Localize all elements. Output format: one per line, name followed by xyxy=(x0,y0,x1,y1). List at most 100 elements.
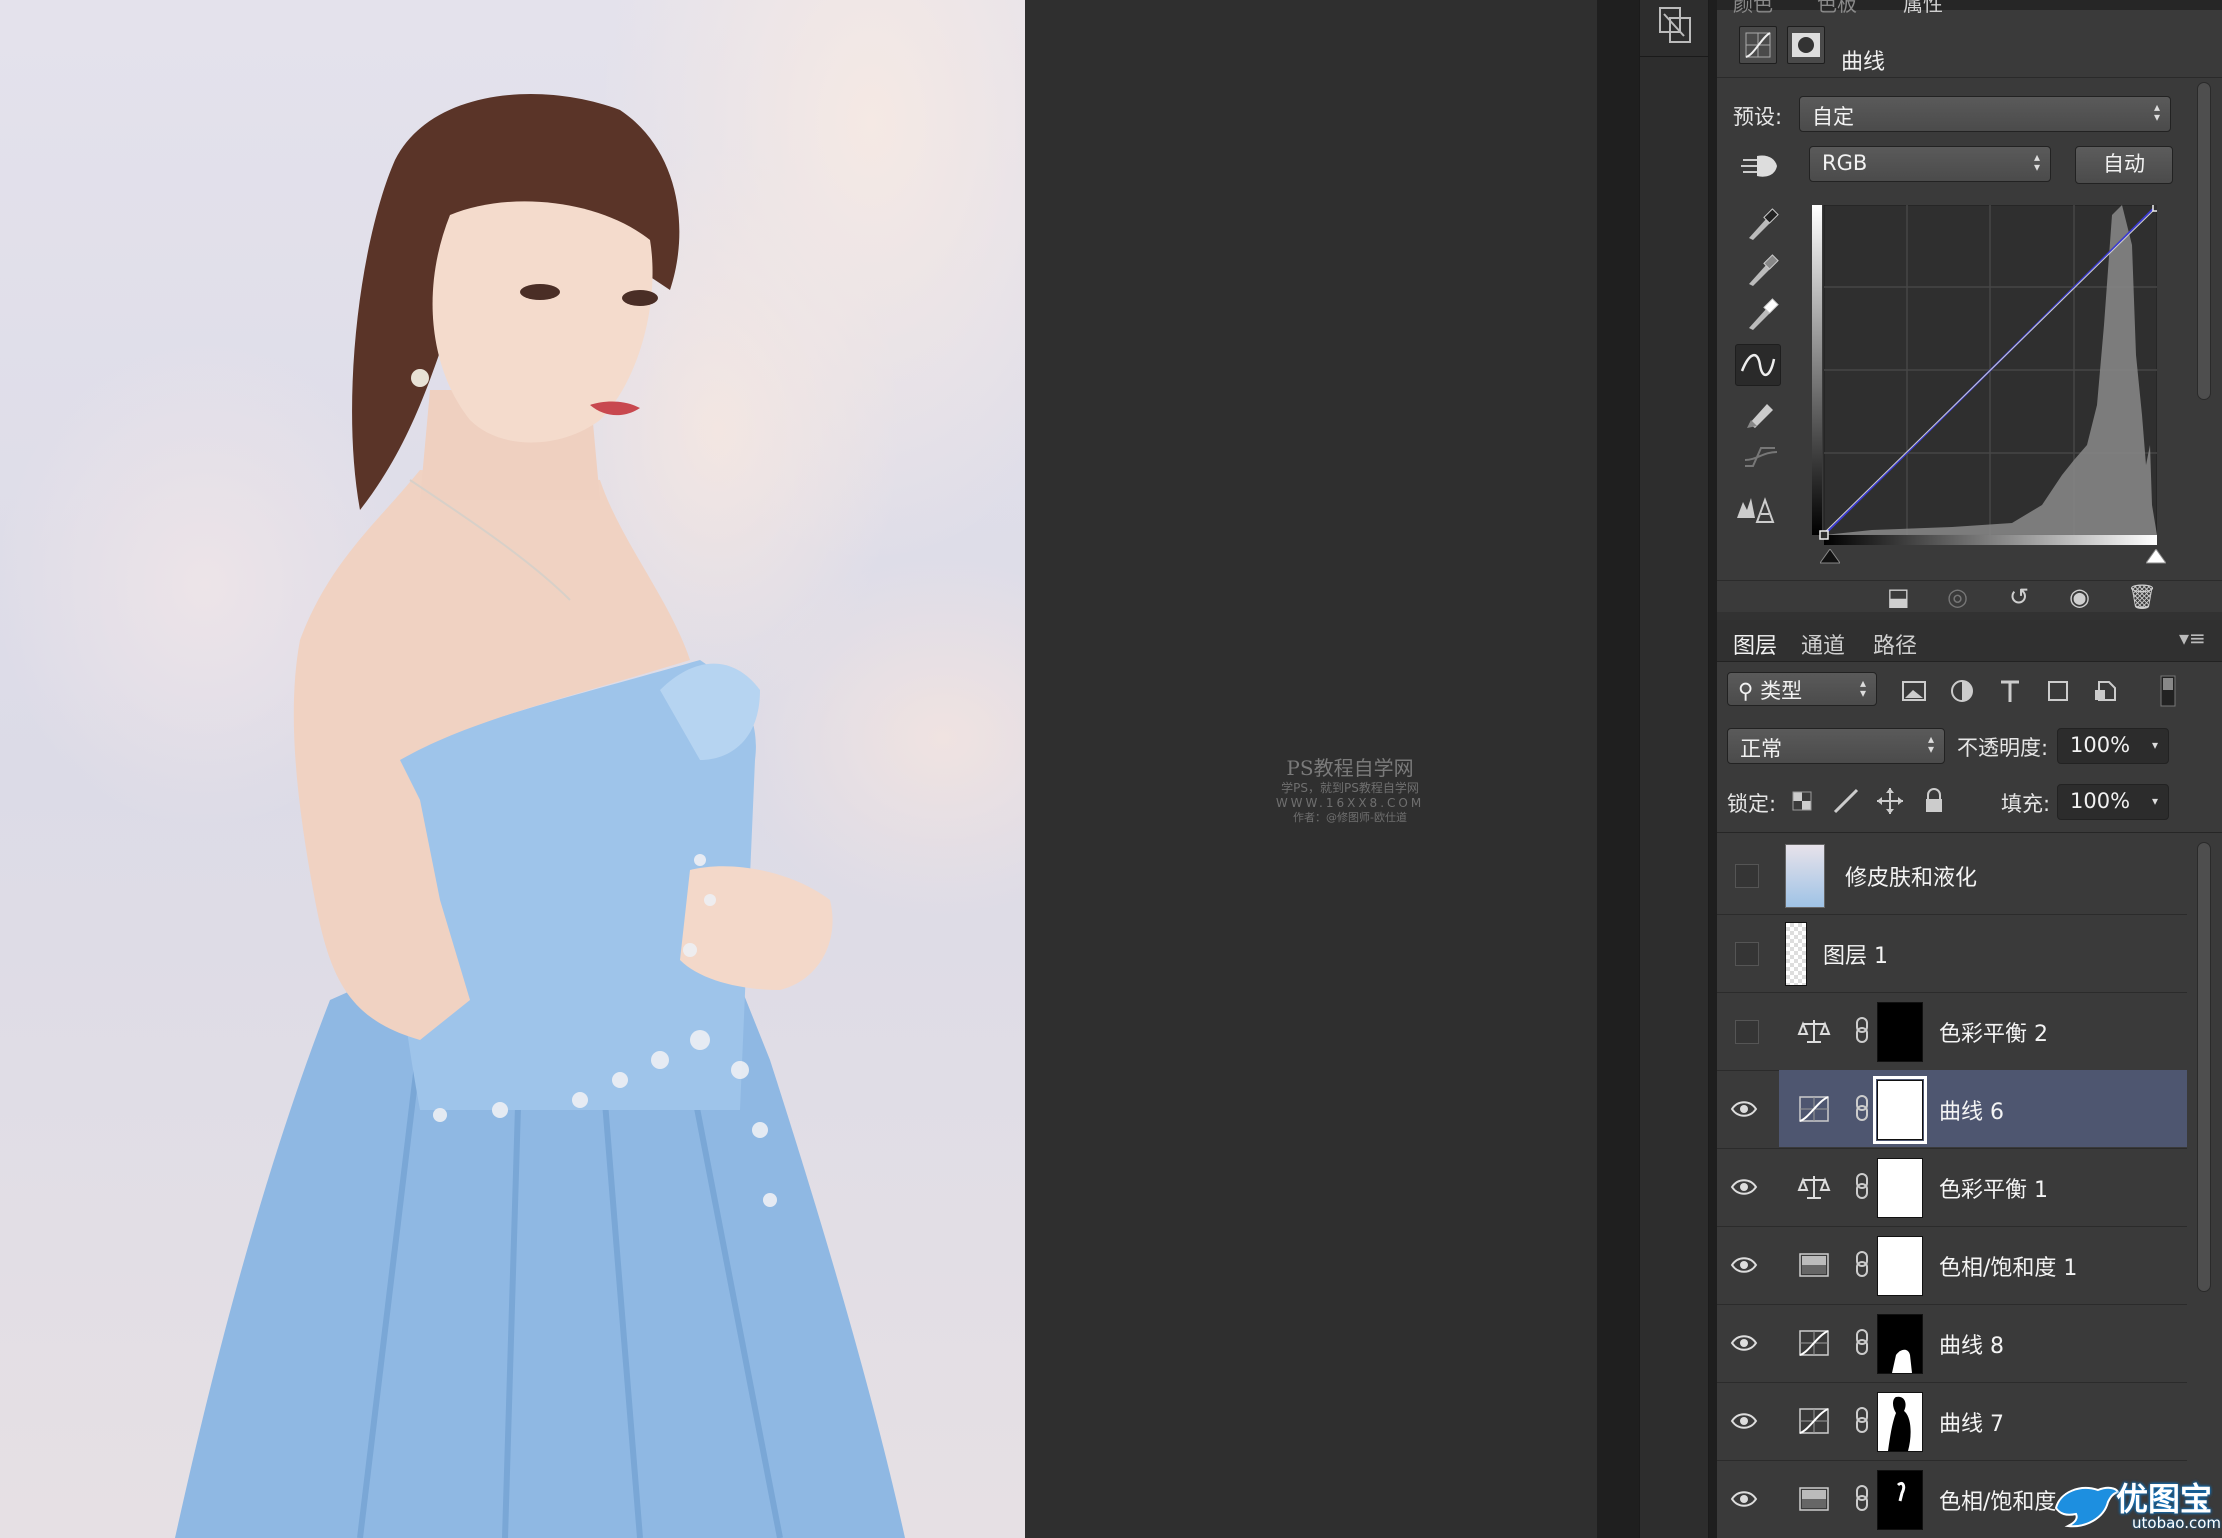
adjustment-layer-filter-icon[interactable] xyxy=(1947,676,1977,706)
mask-link-icon[interactable] xyxy=(1853,1012,1871,1048)
layers-tabbar: 图层 通道 路径 ▾≡ xyxy=(1717,620,2222,662)
document-canvas-photo[interactable] xyxy=(0,0,1025,1538)
auto-button[interactable]: 自动 xyxy=(2075,146,2173,184)
color-balance-icon xyxy=(1797,1172,1831,1202)
layer-name[interactable]: 图层 1 xyxy=(1823,938,1888,970)
layer-mask-thumbnail[interactable] xyxy=(1877,1158,1923,1218)
targeted-adjustment-hand-icon[interactable] xyxy=(1737,146,1781,186)
properties-tabbar: 颜色 色板 属性 xyxy=(1717,0,2222,16)
pixel-layer-filter-icon[interactable] xyxy=(1899,676,1929,706)
eye-icon[interactable] xyxy=(1729,1250,1759,1280)
visibility-toggle-off[interactable] xyxy=(1735,1020,1759,1044)
curves-adjustment-icon[interactable] xyxy=(1739,26,1777,64)
layer-name[interactable]: 曲线 8 xyxy=(1939,1328,2004,1360)
channel-dropdown[interactable]: RGB ▴ ▾ xyxy=(1809,146,2051,182)
mask-link-icon[interactable] xyxy=(1853,1324,1871,1360)
eye-icon[interactable] xyxy=(1729,1484,1759,1514)
lock-position-icon[interactable] xyxy=(1875,786,1905,816)
layer-name[interactable]: 曲线 6 xyxy=(1939,1094,2004,1126)
filter-value: 类型 xyxy=(1760,679,1803,703)
layer-row[interactable]: 修皮肤和液化 xyxy=(1717,836,2187,915)
layers-scrollbar[interactable] xyxy=(2197,842,2211,1292)
chevron-updown-icon: ▴ ▾ xyxy=(2153,100,2160,124)
shape-layer-filter-icon[interactable] xyxy=(2043,676,2073,706)
panel-divider xyxy=(1709,0,1717,1538)
layer-row[interactable]: 图层 1 xyxy=(1717,914,2187,993)
tab-color[interactable]: 颜色 xyxy=(1733,0,1773,16)
lock-all-icon[interactable] xyxy=(1919,786,1949,816)
smooth-curve-icon[interactable] xyxy=(1739,436,1783,476)
tab-paths[interactable]: 路径 xyxy=(1873,628,1917,660)
smart-object-filter-icon[interactable] xyxy=(2091,676,2121,706)
layer-list: 修皮肤和液化 图层 1 色彩平衡 2 曲线 6 色彩平衡 1 色相/饱和度 1 … xyxy=(1717,836,2187,1538)
chevron-down-icon: ▾ xyxy=(2151,738,2158,752)
properties-scrollbar[interactable] xyxy=(2197,82,2211,400)
layer-row[interactable]: 色彩平衡 2 xyxy=(1717,992,2187,1071)
toggle-visibility-icon[interactable]: ◉ xyxy=(2069,583,2090,611)
tab-channels[interactable]: 通道 xyxy=(1801,628,1845,660)
layer-row[interactable]: 曲线 7 xyxy=(1717,1382,2187,1461)
fill-field[interactable]: 100% ▾ xyxy=(2057,784,2169,820)
properties-footer: ⬓ ◎ ↺ ◉ 🗑 xyxy=(1717,580,2222,612)
tab-layers[interactable]: 图层 xyxy=(1733,628,1777,660)
layer-mask-thumbnail[interactable] xyxy=(1877,1236,1923,1296)
layer-mask-thumbnail[interactable] xyxy=(1877,1314,1923,1374)
eye-icon[interactable] xyxy=(1729,1406,1759,1436)
reset-adjustment-icon[interactable]: ↺ xyxy=(2009,583,2029,611)
tab-swatches[interactable]: 色板 xyxy=(1817,0,1857,16)
layer-row-selected[interactable]: 曲线 6 xyxy=(1717,1070,2187,1149)
layer-thumbnail xyxy=(1785,922,1807,986)
layer-mask-thumbnail[interactable] xyxy=(1877,1392,1923,1452)
curves-layer-icon xyxy=(1797,1328,1831,1358)
delete-adjustment-icon[interactable]: 🗑 xyxy=(2127,583,2157,611)
view-previous-state-icon[interactable]: ◎ xyxy=(1947,583,1968,611)
adjustments-panel-icon[interactable] xyxy=(1654,4,1696,46)
mask-link-icon[interactable] xyxy=(1853,1168,1871,1204)
layer-row[interactable]: 曲线 8 xyxy=(1717,1304,2187,1383)
mask-link-icon[interactable] xyxy=(1853,1402,1871,1438)
curves-graph[interactable] xyxy=(1812,202,2162,545)
layer-mask-thumbnail[interactable] xyxy=(1873,1076,1927,1144)
black-point-eyedropper-icon[interactable] xyxy=(1739,204,1783,244)
layer-name[interactable]: 色彩平衡 2 xyxy=(1939,1016,2048,1048)
eye-icon[interactable] xyxy=(1729,1172,1759,1202)
eye-icon[interactable] xyxy=(1729,1328,1759,1358)
layer-mask-thumbnail[interactable] xyxy=(1877,1470,1923,1530)
tab-properties[interactable]: 属性 xyxy=(1903,0,1943,16)
black-input-slider-icon[interactable] xyxy=(1819,548,1841,569)
visibility-toggle-off[interactable] xyxy=(1735,864,1759,888)
mask-link-icon[interactable] xyxy=(1853,1480,1871,1516)
blend-mode-dropdown[interactable]: 正常 ▴ ▾ xyxy=(1727,728,1945,764)
opacity-field[interactable]: 100% ▾ xyxy=(2057,728,2169,764)
white-input-slider-icon[interactable] xyxy=(2145,548,2167,569)
layer-name[interactable]: 修皮肤和液化 xyxy=(1845,860,1977,892)
mask-link-icon[interactable] xyxy=(1853,1090,1871,1126)
canvas-watermark: PS教程自学网 学PS，就到PS教程自学网 WWW.16XX8.COM 作者：@… xyxy=(1220,756,1480,825)
clipping-warning-icon[interactable] xyxy=(1735,488,1779,528)
eye-icon[interactable] xyxy=(1729,1094,1759,1124)
filter-toggle-icon[interactable] xyxy=(2153,674,2183,707)
layer-mask-icon[interactable] xyxy=(1787,26,1825,64)
white-point-eyedropper-icon[interactable] xyxy=(1739,294,1783,334)
layer-row[interactable]: 色彩平衡 1 xyxy=(1717,1148,2187,1227)
layer-filter-dropdown[interactable]: ⚲ 类型 ▴ ▾ xyxy=(1727,672,1877,706)
mask-link-icon[interactable] xyxy=(1853,1246,1871,1282)
panel-menu-icon[interactable]: ▾≡ xyxy=(2179,626,2206,650)
layer-mask-thumbnail[interactable] xyxy=(1877,1002,1923,1062)
opacity-label: 不透明度: xyxy=(1957,736,2049,760)
fill-value: 100% xyxy=(2070,789,2131,813)
pencil-draw-icon[interactable] xyxy=(1739,392,1783,432)
layers-panel: 图层 通道 路径 ▾≡ ⚲ 类型 ▴ ▾ 正常 ▴ ▾ 不透明度: 100% ▾ 锁… xyxy=(1717,620,2222,1538)
layer-name[interactable]: 曲线 7 xyxy=(1939,1406,2004,1438)
layer-name[interactable]: 色彩平衡 1 xyxy=(1939,1172,2048,1204)
preset-dropdown[interactable]: 自定 ▴ ▾ xyxy=(1799,96,2171,132)
curve-point-tool-icon[interactable] xyxy=(1735,344,1781,386)
lock-image-pixels-icon[interactable] xyxy=(1831,786,1861,816)
visibility-toggle-off[interactable] xyxy=(1735,942,1759,966)
type-layer-filter-icon[interactable] xyxy=(1995,676,2025,706)
layer-row[interactable]: 色相/饱和度 1 xyxy=(1717,1226,2187,1305)
layer-name[interactable]: 色相/饱和度 1 xyxy=(1939,1250,2077,1282)
clip-to-layer-icon[interactable]: ⬓ xyxy=(1887,583,1910,611)
gray-point-eyedropper-icon[interactable] xyxy=(1739,250,1783,290)
lock-transparent-pixels-icon[interactable] xyxy=(1787,786,1817,816)
